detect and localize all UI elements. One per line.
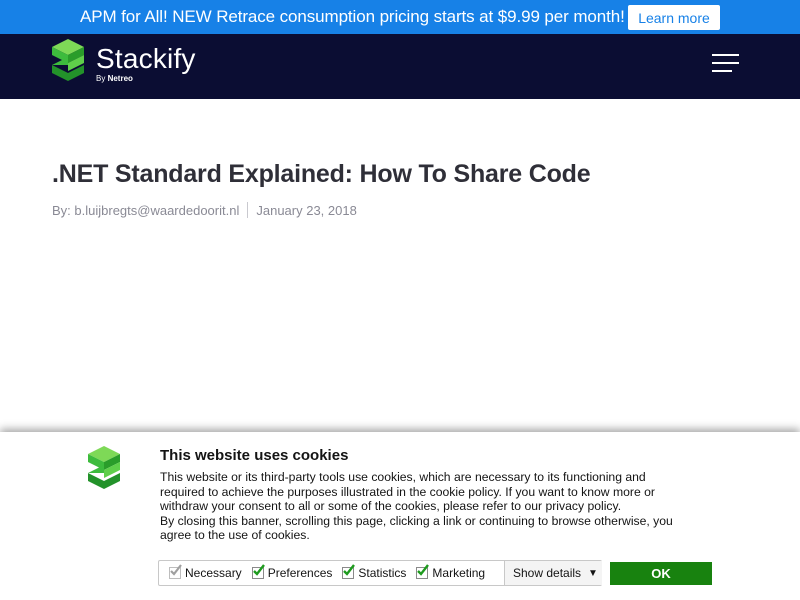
author-link[interactable]: By: b.luijbregts@waardedoorit.nl <box>52 203 239 218</box>
stackify-logo-icon <box>88 446 120 489</box>
cookie-text-line: agree to the use of cookies. <box>160 528 310 543</box>
necessary-checkbox[interactable]: Necessary <box>169 564 242 580</box>
marketing-label: Marketing <box>432 566 486 580</box>
preferences-checkbox[interactable]: Preferences <box>251 564 333 580</box>
cookie-text-line: withdraw your consent to all or some of … <box>160 499 622 514</box>
site-header: Stackify By Netreo <box>0 34 800 99</box>
article-byline: By: b.luijbregts@waardedoorit.nl January… <box>52 202 357 218</box>
checkmark-icon <box>169 564 182 579</box>
checkmark-icon <box>342 564 356 579</box>
statistics-checkbox[interactable]: Statistics <box>342 564 407 580</box>
stackify-logo-icon <box>52 39 84 81</box>
byline-divider <box>247 202 249 218</box>
necessary-label: Necessary <box>185 566 242 580</box>
promo-banner: APM for All! NEW Retrace consumption pri… <box>0 0 800 34</box>
preferences-label: Preferences <box>267 566 333 580</box>
cookie-title: This website uses cookies <box>160 447 349 464</box>
consent-options: Necessary Preferences Statistics Marketi… <box>158 560 602 586</box>
learn-more-button[interactable]: Learn more <box>628 5 720 30</box>
ok-button[interactable]: OK <box>610 562 712 585</box>
promo-text: APM for All! NEW Retrace consumption pri… <box>80 7 625 26</box>
checkmark-icon <box>416 564 430 579</box>
cookie-banner: This website uses cookies This website o… <box>0 432 800 600</box>
article-title: .NET Standard Explained: How To Share Co… <box>52 160 591 188</box>
chevron-down-icon: ▼ <box>588 567 598 579</box>
statistics-label: Statistics <box>358 566 407 580</box>
hamburger-menu-icon[interactable] <box>712 54 739 72</box>
cookie-text-line: By closing this banner, scrolling this p… <box>160 513 673 528</box>
publish-date: January 23, 2018 <box>256 202 357 218</box>
marketing-checkbox[interactable]: Marketing <box>416 564 486 580</box>
cookie-text-line: required to achieve the purposes illustr… <box>160 484 655 499</box>
cookie-text-line: This website or its third-party tools us… <box>160 470 646 484</box>
show-details-label: Show details <box>513 566 582 580</box>
checkmark-icon <box>251 564 265 579</box>
show-details-toggle[interactable]: Show details ▼ <box>504 561 602 585</box>
logo-wordmark: Stackify <box>96 43 196 74</box>
cookie-text: This website or its third-party tools us… <box>160 470 720 543</box>
stackify-logo[interactable]: Stackify By Netreo <box>52 39 212 89</box>
logo-byline: By Netreo <box>96 74 133 83</box>
